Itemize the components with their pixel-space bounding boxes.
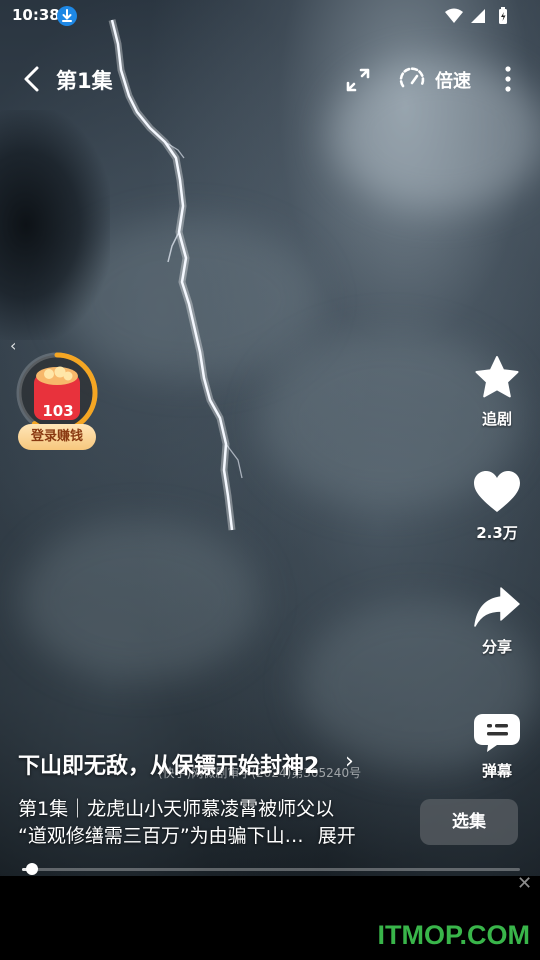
more-vertical-icon — [505, 66, 511, 92]
description-line-1: 第1集｜龙虎山小天师慕凌霄被师父以 — [18, 798, 335, 820]
episode-title: 第1集 — [56, 69, 113, 93]
select-episode-button[interactable]: 选集 — [420, 799, 518, 845]
status-time: 10:38 — [12, 6, 60, 24]
video-player-screen: 10:38 第1集 倍速 ‹ 103 登录赚钱 追剧 2.3万 分享 弹幕 下山… — [0, 0, 540, 960]
reward-widget[interactable]: 103 登录赚钱 — [16, 352, 102, 452]
top-nav: 第1集 倍速 — [0, 56, 540, 104]
description-line-2-text: “道观修缮需三百万”为由骗下山… — [18, 825, 304, 847]
battery-icon — [499, 7, 507, 24]
danmaku-button[interactable]: 弹幕 — [466, 712, 528, 781]
share-button[interactable]: 分享 — [466, 584, 528, 657]
fullscreen-icon — [346, 68, 370, 92]
danmaku-bubble-icon — [474, 714, 520, 752]
more-options-button[interactable] — [496, 64, 520, 96]
likes-count: 2.3万 — [476, 524, 518, 542]
speedometer-icon — [399, 67, 425, 88]
danmaku-label: 弹幕 — [481, 762, 512, 780]
close-icon[interactable]: ✕ — [517, 873, 532, 894]
signal-icon — [471, 9, 485, 23]
expand-link[interactable]: 展开 — [318, 825, 356, 847]
description-line-2: “道观修缮需三百万”为由骗下山… 展开 — [18, 823, 410, 850]
chevron-right-icon: › — [345, 749, 354, 774]
follow-drama-button[interactable]: 追剧 — [466, 354, 528, 429]
progress-thumb[interactable] — [25, 863, 38, 875]
playback-speed-button[interactable]: 倍速 — [397, 64, 471, 96]
share-label: 分享 — [481, 638, 512, 656]
speed-label: 倍速 — [435, 71, 471, 92]
wifi-icon — [445, 8, 463, 23]
follow-label: 追剧 — [481, 410, 512, 428]
like-button[interactable]: 2.3万 — [466, 468, 528, 543]
download-icon — [57, 6, 77, 26]
episode-description: 第1集｜龙虎山小天师慕凌霄被师父以 “道观修缮需三百万”为由骗下山… 展开 — [18, 796, 410, 850]
drama-title-link[interactable]: 下山即无敌，从保镖开始封神2 (快手)网微剧审字(2024)第305240号 › — [18, 748, 458, 782]
fullscreen-button[interactable] — [343, 65, 373, 95]
chevron-left-icon — [24, 66, 39, 92]
heart-icon — [474, 471, 520, 512]
login-earn-label[interactable]: 登录赚钱 — [18, 424, 96, 450]
back-button[interactable] — [16, 62, 50, 96]
video-progress-bar[interactable] — [22, 863, 520, 875]
share-arrow-icon — [474, 587, 520, 627]
status-icons — [444, 6, 510, 26]
star-icon — [475, 356, 519, 398]
reward-count: 103 — [42, 402, 74, 420]
watermark: ITMOP.COM — [377, 920, 530, 950]
license-text: (快手)网微剧审字(2024)第305240号 — [158, 766, 362, 780]
status-bar: 10:38 — [0, 0, 540, 32]
